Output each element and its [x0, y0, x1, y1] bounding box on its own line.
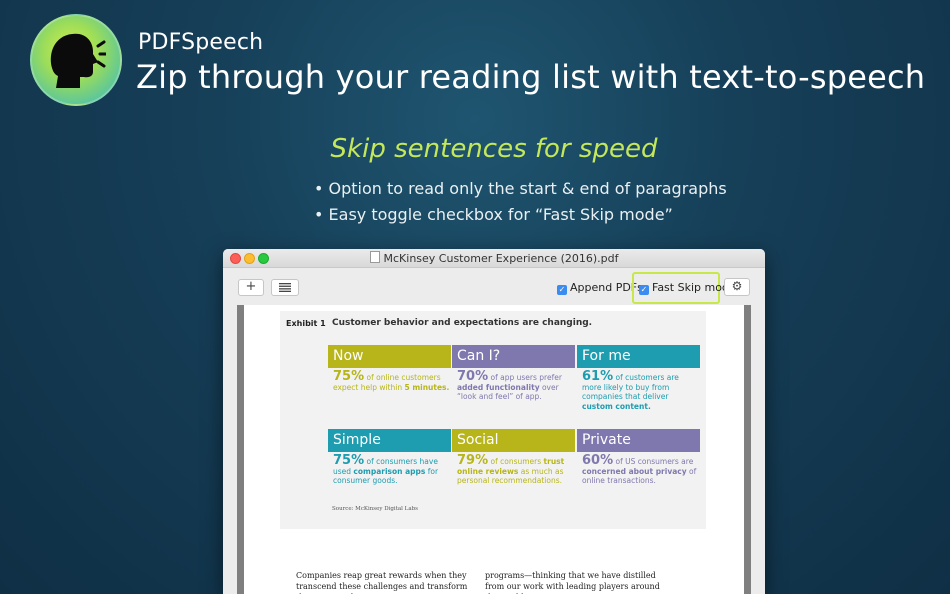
exhibit-cell-emph: added functionality — [457, 382, 540, 392]
add-pdf-button[interactable]: + — [238, 279, 264, 296]
gear-icon: ⚙ — [731, 279, 743, 293]
exhibit-figure: Exhibit 1 Customer behavior and expectat… — [280, 311, 706, 529]
exhibit-cell-header: Social — [452, 429, 575, 452]
bullet-item: • Option to read only the start & end of… — [314, 179, 727, 198]
exhibit-cell: Can I? 70% of app users prefer added func… — [452, 345, 575, 402]
exhibit-cell-emph: concerned about privacy — [582, 466, 687, 476]
exhibit-cell-text-a: of US consumers are — [613, 457, 694, 466]
exhibit-title: Customer behavior and expectations are c… — [332, 318, 593, 328]
exhibit-cell-body: 79% of consumers trust online reviews as… — [452, 452, 575, 486]
exhibit-cell-header: Now — [328, 345, 451, 368]
window-title: McKinsey Customer Experience (2016).pdf — [223, 251, 765, 265]
body-text-right: programs—thinking that we have distilled… — [485, 571, 660, 594]
exhibit-source: Source: McKinsey Digital Labs — [332, 506, 418, 512]
list-button[interactable] — [271, 279, 299, 296]
exhibit-cell-emph: comparison apps — [353, 466, 426, 476]
app-window: McKinsey Customer Experience (2016).pdf … — [223, 249, 765, 594]
checkmark-icon: ✓ — [639, 285, 649, 295]
exhibit-cell-body: 60% of US consumers are concerned about … — [577, 452, 700, 486]
exhibit-cell: Social 79% of consumers trust online revi… — [452, 429, 575, 486]
exhibit-cell: Private 60% of US consumers are concerned… — [577, 429, 700, 486]
exhibit-label: Exhibit 1 — [286, 319, 326, 328]
fast-skip-checkbox[interactable]: ✓ Fast Skip mode — [639, 281, 736, 295]
exhibit-cell-header: Private — [577, 429, 700, 452]
exhibit-cell-body: 75% of online customers expect help with… — [328, 368, 451, 392]
exhibit-cell: For me 61% of customers are more likely t… — [577, 345, 700, 411]
checkmark-icon: ✓ — [557, 285, 567, 295]
feature-title: Skip sentences for speed — [330, 134, 658, 164]
app-icon — [30, 14, 122, 106]
tagline: Zip through your reading list with text-… — [136, 58, 926, 96]
exhibit-cell-body: 70% of app users prefer added functional… — [452, 368, 575, 402]
exhibit-cell-emph: custom content. — [582, 401, 651, 411]
exhibit-cell-header: Can I? — [452, 345, 575, 368]
exhibit-cell-body: 75% of consumers have used comparison ap… — [328, 452, 451, 486]
document-icon — [369, 251, 380, 263]
body-text-left: Companies reap great rewards when they t… — [296, 571, 468, 594]
list-icon — [279, 283, 291, 292]
exhibit-cell-header: Simple — [328, 429, 451, 452]
append-pdfs-checkbox[interactable]: ✓ Append PDFs — [557, 281, 643, 295]
exhibit-cell-body: 61% of customers are more likely to buy … — [577, 368, 700, 411]
exhibit-cell-text-a: of consumers — [488, 457, 544, 466]
titlebar: McKinsey Customer Experience (2016).pdf — [223, 249, 765, 268]
settings-button[interactable]: ⚙ — [724, 278, 750, 296]
window-title-text: McKinsey Customer Experience (2016).pdf — [383, 252, 619, 265]
feature-bullets: • Option to read only the start & end of… — [314, 176, 727, 228]
exhibit-cell: Now 75% of online customers expect help w… — [328, 345, 451, 392]
toolbar: + ✓ Append PDFs ✓ Fast Skip mode ⚙ — [223, 268, 765, 305]
fast-skip-highlight: ✓ Fast Skip mode — [632, 272, 736, 304]
exhibit-cell-text-a: of app users prefer — [488, 373, 562, 382]
pdf-viewer[interactable]: Exhibit 1 Customer behavior and expectat… — [237, 305, 751, 594]
exhibit-cell-emph: 5 minutes. — [404, 382, 450, 392]
speaking-head-icon — [50, 33, 106, 88]
bullet-item: • Easy toggle checkbox for “Fast Skip mo… — [314, 205, 673, 224]
exhibit-cell: Simple 75% of consumers have used compari… — [328, 429, 451, 486]
app-name: PDFSpeech — [138, 30, 264, 55]
exhibit-cell-header: For me — [577, 345, 700, 368]
pdf-page: Exhibit 1 Customer behavior and expectat… — [244, 305, 744, 594]
